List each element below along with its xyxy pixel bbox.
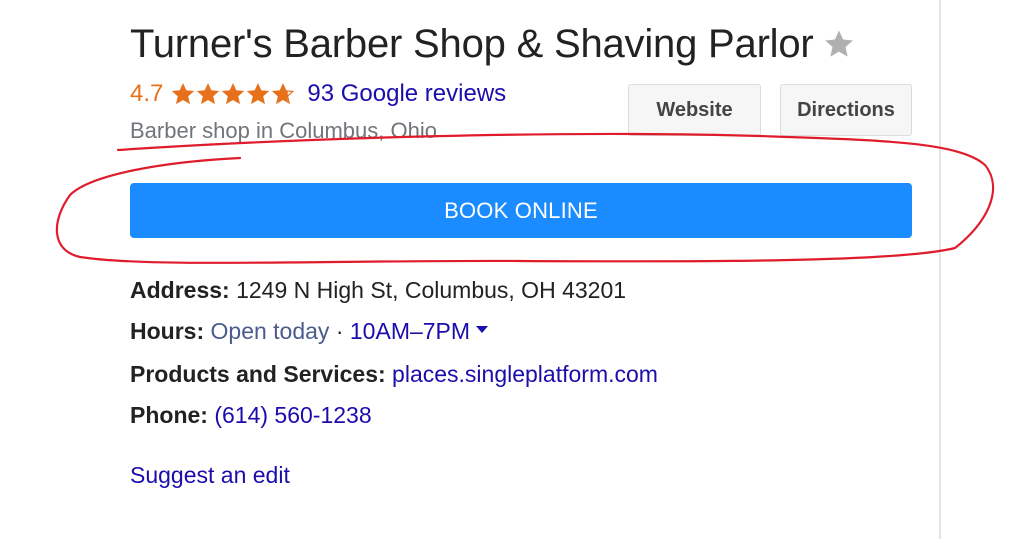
address-label: Address: <box>130 277 230 303</box>
address-value: 1249 N High St, Columbus, OH 43201 <box>236 277 627 303</box>
hours-row: Hours: Open today · 10AM–7PM <box>130 316 489 346</box>
panel-divider <box>939 0 941 539</box>
directions-button[interactable]: Directions <box>780 84 912 136</box>
rating-star-icon <box>172 83 195 105</box>
book-online-button[interactable]: BOOK ONLINE <box>130 183 912 238</box>
business-title: Turner's Barber Shop & Shaving Parlor <box>130 22 814 66</box>
hours-value[interactable]: 10AM–7PM <box>350 318 470 344</box>
rating-stars <box>171 82 295 106</box>
chevron-down-icon[interactable] <box>476 326 489 334</box>
rating-star-icon <box>272 83 295 105</box>
knowledge-panel: Turner's Barber Shop & Shaving Parlor 4.… <box>0 0 1024 539</box>
rating-star-icon <box>197 83 220 105</box>
rating-value: 4.7 <box>130 80 164 107</box>
products-link[interactable]: places.singleplatform.com <box>392 361 658 387</box>
title-row: Turner's Barber Shop & Shaving Parlor <box>130 18 856 70</box>
reviews-link[interactable]: 93 Google reviews <box>307 79 506 109</box>
suggest-edit-link[interactable]: Suggest an edit <box>130 460 290 490</box>
hours-separator: · <box>329 318 350 344</box>
address-row: Address: 1249 N High St, Columbus, OH 43… <box>130 275 626 305</box>
phone-label: Phone: <box>130 402 208 428</box>
website-button[interactable]: Website <box>628 84 761 136</box>
products-row: Products and Services: places.singleplat… <box>130 359 658 389</box>
star-icon[interactable] <box>822 27 856 61</box>
phone-row: Phone: (614) 560-1238 <box>130 400 372 430</box>
rating-star-icon <box>222 83 245 105</box>
phone-link[interactable]: (614) 560-1238 <box>214 402 371 428</box>
business-category: Barber shop in Columbus, Ohio <box>130 118 437 143</box>
products-label: Products and Services: <box>130 361 386 387</box>
rating-star-icon <box>247 83 270 105</box>
hours-label: Hours: <box>130 318 205 344</box>
rating-row: 4.7 93 Google reviews <box>130 79 506 109</box>
hours-status: Open today <box>210 318 330 344</box>
